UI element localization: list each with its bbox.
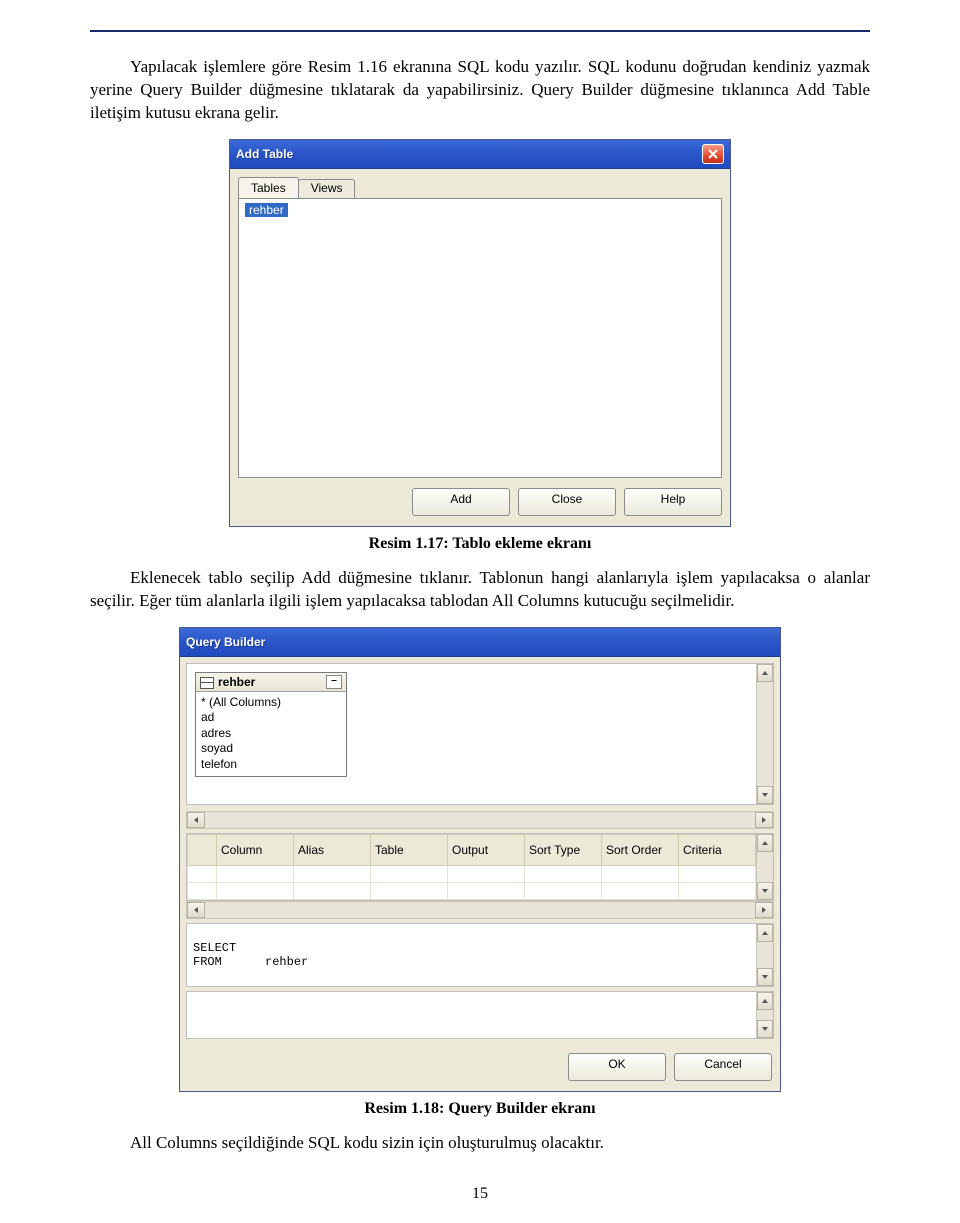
minimize-icon[interactable]: –: [326, 675, 342, 689]
grid-head-criteria[interactable]: Criteria: [679, 834, 756, 865]
grid-head-sorttype[interactable]: Sort Type: [525, 834, 602, 865]
scrollbar-vertical[interactable]: [756, 834, 773, 900]
qb-titlebar: Query Builder: [180, 628, 780, 657]
col-telefon[interactable]: telefon: [201, 757, 341, 773]
paragraph-3: All Columns seçildiğinde SQL kodu sizin …: [90, 1132, 870, 1155]
tab-views[interactable]: Views: [298, 179, 356, 200]
sql-select: SELECT: [193, 941, 236, 955]
figure-caption-1: Resim 1.17: Tablo ekleme ekranı: [90, 535, 870, 553]
scrollbar-vertical[interactable]: [756, 924, 773, 986]
paragraph-1: Yapılacak işlemlere göre Resim 1.16 ekra…: [90, 56, 870, 125]
qb-results-pane[interactable]: [186, 991, 774, 1039]
grid-head-output[interactable]: Output: [448, 834, 525, 865]
grid-head-table[interactable]: Table: [371, 834, 448, 865]
paragraph-2: Eklenecek tablo seçilip Add düğmesine tı…: [90, 567, 870, 613]
scroll-down-icon[interactable]: [757, 1020, 773, 1038]
qb-table-name: rehber: [218, 675, 255, 689]
scroll-up-icon[interactable]: [757, 834, 773, 852]
scroll-down-icon[interactable]: [757, 786, 773, 804]
col-ad[interactable]: ad: [201, 710, 341, 726]
add-table-window: Add Table Tables Views rehber Add Close …: [229, 139, 731, 527]
cancel-button[interactable]: Cancel: [674, 1053, 772, 1081]
add-table-titlebar: Add Table: [230, 140, 730, 169]
add-button[interactable]: Add: [412, 488, 510, 516]
qb-sql-pane[interactable]: SELECT FROM rehber: [186, 923, 774, 987]
scroll-left-icon[interactable]: [187, 902, 205, 918]
scroll-up-icon[interactable]: [757, 992, 773, 1010]
tab-tables[interactable]: Tables: [238, 177, 299, 198]
scrollbar-vertical[interactable]: [756, 992, 773, 1038]
page-number: 15: [90, 1185, 870, 1203]
qb-criteria-grid[interactable]: Column Alias Table Output Sort Type Sort…: [186, 833, 774, 901]
close-icon[interactable]: [702, 144, 724, 164]
scroll-left-icon[interactable]: [187, 812, 205, 828]
sql-tbl: rehber: [265, 955, 308, 969]
query-builder-window: Query Builder rehber – * (All Columns) a…: [179, 627, 781, 1092]
col-adres[interactable]: adres: [201, 726, 341, 742]
add-table-list[interactable]: rehber: [238, 198, 722, 478]
grid-head-alias[interactable]: Alias: [294, 834, 371, 865]
scroll-down-icon[interactable]: [757, 882, 773, 900]
qb-title: Query Builder: [186, 635, 265, 649]
qb-diagram-pane[interactable]: rehber – * (All Columns) ad adres soyad …: [186, 663, 774, 805]
scroll-up-icon[interactable]: [757, 924, 773, 942]
page-top-rule: [90, 30, 870, 32]
list-item[interactable]: rehber: [245, 203, 288, 217]
table-row[interactable]: [188, 865, 756, 882]
add-table-title: Add Table: [236, 147, 293, 161]
ok-button[interactable]: OK: [568, 1053, 666, 1081]
scroll-right-icon[interactable]: [755, 902, 773, 918]
scroll-down-icon[interactable]: [757, 968, 773, 986]
col-soyad[interactable]: soyad: [201, 741, 341, 757]
close-button[interactable]: Close: [518, 488, 616, 516]
scrollbar-horizontal[interactable]: [186, 901, 774, 919]
scroll-up-icon[interactable]: [757, 664, 773, 682]
table-row[interactable]: [188, 882, 756, 899]
scrollbar-horizontal[interactable]: [186, 811, 774, 829]
col-all-columns[interactable]: * (All Columns): [201, 695, 341, 711]
grid-head-sortorder[interactable]: Sort Order: [602, 834, 679, 865]
scroll-right-icon[interactable]: [755, 812, 773, 828]
sql-from: FROM: [193, 955, 222, 969]
table-icon: [200, 677, 214, 689]
scrollbar-vertical[interactable]: [756, 664, 773, 804]
grid-head-column[interactable]: Column: [217, 834, 294, 865]
qb-table-box[interactable]: rehber – * (All Columns) ad adres soyad …: [195, 672, 347, 777]
help-button[interactable]: Help: [624, 488, 722, 516]
